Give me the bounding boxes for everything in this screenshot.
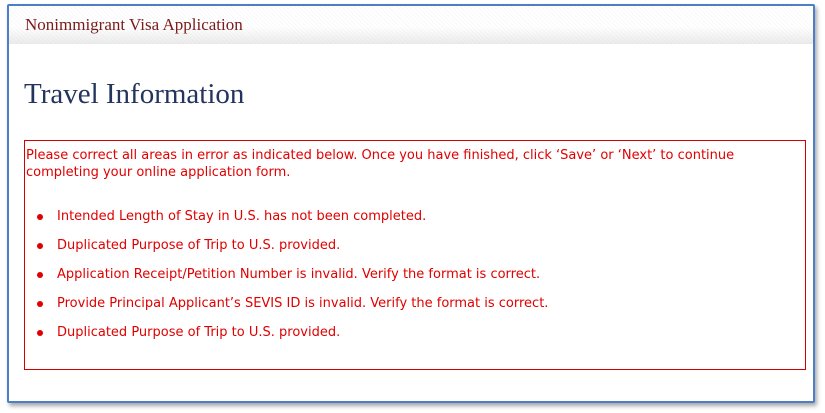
error-intro-text: Please correct all areas in error as ind… <box>26 148 735 180</box>
error-message: Application Receipt/Petition Number is i… <box>57 267 541 282</box>
error-item: Duplicated Purpose of Trip to U.S. provi… <box>25 237 548 266</box>
page-title: Travel Information <box>24 78 245 110</box>
error-message: Provide Principal Applicant’s SEVIS ID i… <box>57 296 549 311</box>
bullet-icon <box>37 272 43 278</box>
error-item: Application Receipt/Petition Number is i… <box>25 266 548 295</box>
error-message: Duplicated Purpose of Trip to U.S. provi… <box>57 238 341 253</box>
bullet-icon <box>37 243 43 249</box>
error-item: Provide Principal Applicant’s SEVIS ID i… <box>25 295 548 324</box>
error-item: Intended Length of Stay in U.S. has not … <box>25 208 548 237</box>
error-item: Duplicated Purpose of Trip to U.S. provi… <box>25 324 548 353</box>
app-header: Nonimmigrant Visa Application <box>9 6 813 44</box>
application-window: Nonimmigrant Visa Application Travel Inf… <box>7 4 815 403</box>
error-summary-box: Please correct all areas in error as ind… <box>24 140 806 370</box>
app-title: Nonimmigrant Visa Application <box>25 15 243 34</box>
bullet-icon <box>37 214 43 220</box>
bullet-icon <box>37 301 43 307</box>
error-message: Intended Length of Stay in U.S. has not … <box>57 209 427 224</box>
error-message: Duplicated Purpose of Trip to U.S. provi… <box>57 325 341 340</box>
error-list: Intended Length of Stay in U.S. has not … <box>25 208 548 353</box>
bullet-icon <box>37 330 43 336</box>
